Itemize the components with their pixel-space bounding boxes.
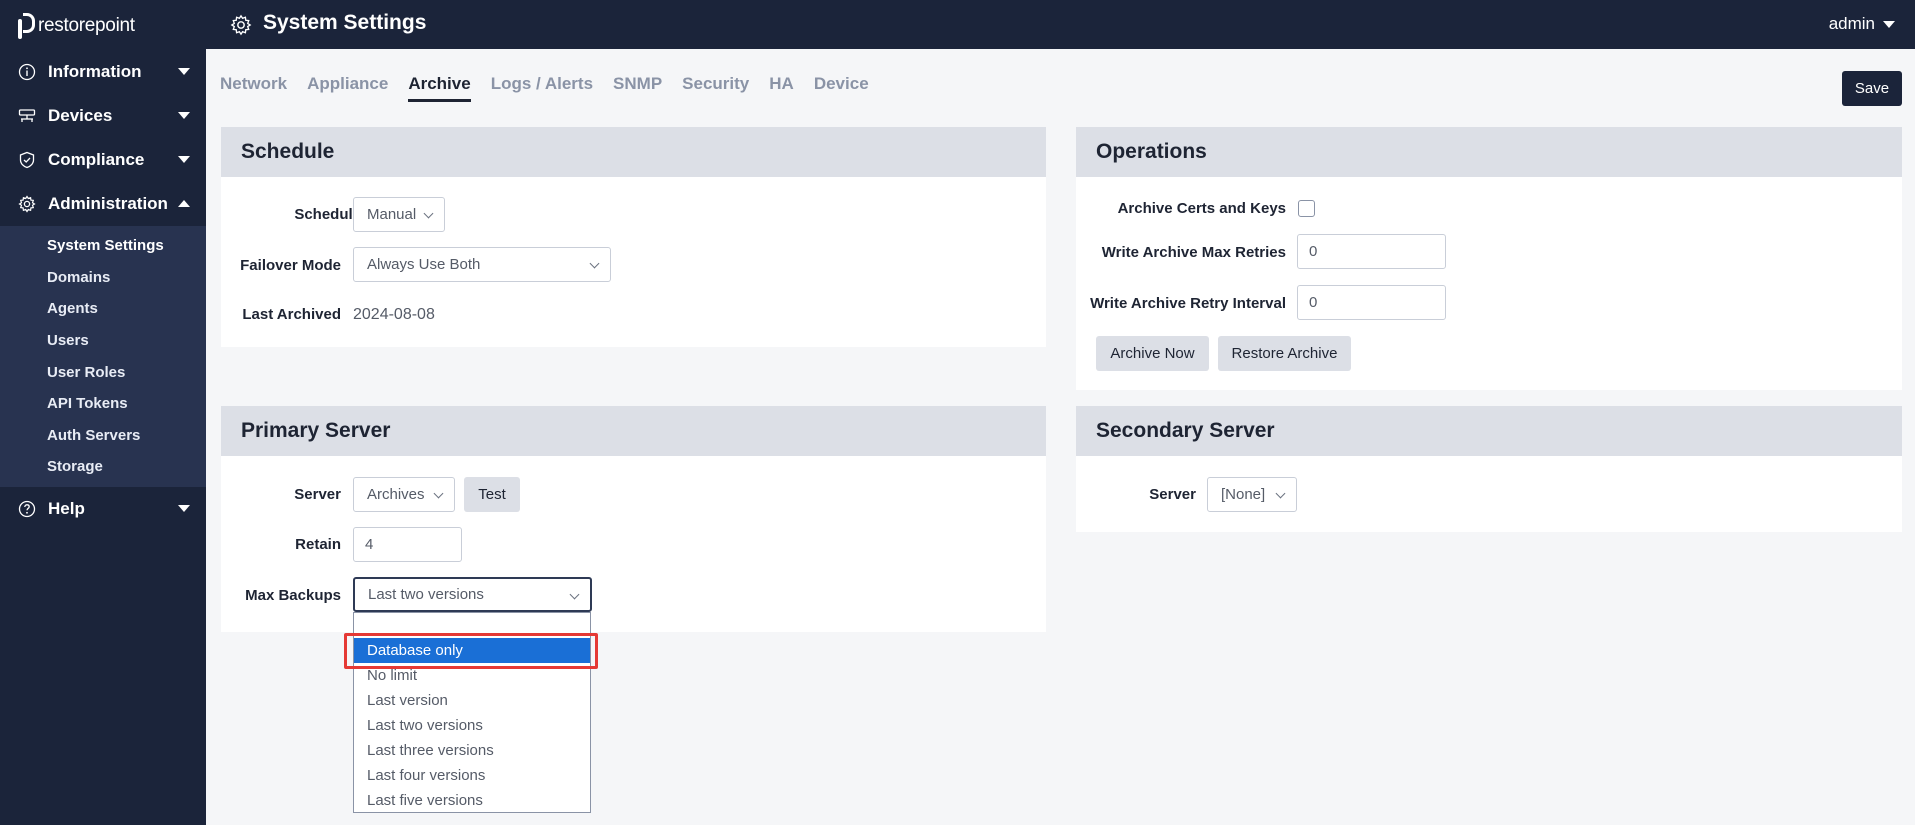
dropdown-option-last-five-versions[interactable]: Last five versions [354,788,590,813]
last-archived-label: Last Archived [242,306,341,323]
info-circle-icon [18,63,36,81]
failover-mode-value: Always Use Both [367,256,481,273]
secondary-server-value: [None] [1221,486,1266,503]
schedule-panel: Schedule Schedule Manual Failover Mode A… [221,127,1046,347]
dropdown-option-database-only[interactable]: Database only [354,638,590,663]
administration-submenu: System Settings Domains Agents Users Use… [0,226,206,487]
chevron-down-icon [1275,488,1286,499]
logo-text: restorepoint [38,15,135,36]
sidebar-item-label: Devices [48,106,113,125]
sidebar-item-help[interactable]: Help [0,487,206,531]
chevron-down-icon [423,208,434,219]
archive-certs-checkbox[interactable] [1298,200,1315,217]
primary-server-label: Server [294,486,341,503]
primary-server-header: Primary Server [221,406,1046,456]
tab-logs-alerts[interactable]: Logs / Alerts [491,74,593,102]
secondary-server-label: Server [1149,486,1196,503]
tab-network[interactable]: Network [220,74,287,102]
sidebar-subitem-auth-servers[interactable]: Auth Servers [0,420,206,452]
operations-panel: Operations Archive Certs and Keys Write … [1076,127,1902,390]
tab-snmp[interactable]: SNMP [613,74,662,102]
last-archived-value: 2024-08-08 [353,306,435,323]
tab-device[interactable]: Device [814,74,869,102]
retain-label: Retain [295,536,341,553]
test-button[interactable]: Test [464,477,520,512]
schedule-label: Schedule [294,206,361,223]
dropdown-option-last-version[interactable]: Last version [354,688,590,713]
devices-icon [18,107,36,125]
dropdown-option-last-four-versions[interactable]: Last four versions [354,763,590,788]
schedule-select-value: Manual [367,206,417,223]
dropdown-option-last-three-versions[interactable]: Last three versions [354,738,590,763]
caret-down-icon [1883,20,1895,28]
topbar: System Settings admin [206,0,1915,49]
sidebar-item-label: Administration [48,194,168,213]
shield-check-icon [18,151,36,169]
max-backups-select[interactable]: Last two versions [353,577,592,612]
chevron-down-icon [433,488,444,499]
logo-mark-icon [16,13,35,39]
sidebar: restorepoint Information Devices Complia… [0,0,206,825]
sidebar-item-label: Help [48,498,85,518]
archive-certs-label: Archive Certs and Keys [1117,200,1286,217]
max-backups-label: Max Backups [245,587,341,604]
sidebar-subitem-agents[interactable]: Agents [0,293,206,325]
sidebar-item-compliance[interactable]: Compliance [0,138,206,182]
help-circle-icon [18,500,36,518]
primary-server-panel: Primary Server Server Archives Test Reta… [221,406,1046,632]
primary-server-value: Archives [367,486,425,503]
sidebar-item-label: Compliance [48,150,145,169]
max-backups-value: Last two versions [368,586,484,603]
retry-interval-input[interactable] [1297,285,1446,320]
sidebar-subitem-users[interactable]: Users [0,325,206,357]
operations-header: Operations [1076,127,1902,177]
sidebar-item-label: Information [48,62,142,81]
caret-down-icon [178,156,190,163]
schedule-header: Schedule [221,127,1046,177]
caret-down-icon [178,504,190,512]
page-title: System Settings [263,11,427,34]
dropdown-option-no-limit[interactable]: No limit [354,663,590,688]
caret-up-icon [178,200,190,207]
tab-archive[interactable]: Archive [408,74,471,102]
restore-archive-button[interactable]: Restore Archive [1218,336,1351,371]
tab-appliance[interactable]: Appliance [307,74,388,102]
settings-tabs: Network Appliance Archive Logs / Alerts … [220,74,889,102]
chevron-down-icon [569,589,580,600]
caret-down-icon [178,68,190,75]
save-button[interactable]: Save [1842,71,1902,106]
secondary-server-panel: Secondary Server Server [None] [1076,406,1902,532]
tab-security[interactable]: Security [682,74,749,102]
secondary-server-header: Secondary Server [1076,406,1902,456]
retain-input[interactable] [353,527,462,562]
archive-now-button[interactable]: Archive Now [1096,336,1209,371]
sidebar-subitem-storage[interactable]: Storage [0,451,206,483]
schedule-select[interactable]: Manual [353,197,445,232]
primary-server-select[interactable]: Archives [353,477,455,512]
tab-ha[interactable]: HA [769,74,794,102]
sidebar-subitem-api-tokens[interactable]: API Tokens [0,388,206,420]
max-retries-label: Write Archive Max Retries [1101,244,1286,261]
retry-interval-label: Write Archive Retry Interval [1090,295,1286,312]
sidebar-nav: Information Devices Compliance Administr… [0,50,206,531]
gear-icon [18,195,36,213]
chevron-down-icon [589,258,600,269]
user-name: admin [1828,14,1875,33]
dropdown-option-last-two-versions[interactable]: Last two versions [354,713,590,738]
max-retries-input[interactable] [1297,234,1446,269]
gear-icon [230,14,252,36]
logo[interactable]: restorepoint [16,12,135,40]
max-backups-dropdown-list: Database only No limit Last version Last… [353,612,591,813]
sidebar-subitem-domains[interactable]: Domains [0,262,206,294]
caret-down-icon [178,112,190,119]
sidebar-subitem-system-settings[interactable]: System Settings [0,230,206,262]
failover-mode-select[interactable]: Always Use Both [353,247,611,282]
sidebar-item-administration[interactable]: Administration [0,182,206,226]
sidebar-item-devices[interactable]: Devices [0,94,206,138]
sidebar-item-information[interactable]: Information [0,50,206,94]
sidebar-subitem-user-roles[interactable]: User Roles [0,356,206,388]
failover-mode-label: Failover Mode [240,257,341,274]
secondary-server-select[interactable]: [None] [1207,477,1297,512]
user-menu[interactable]: admin [1829,14,1895,34]
